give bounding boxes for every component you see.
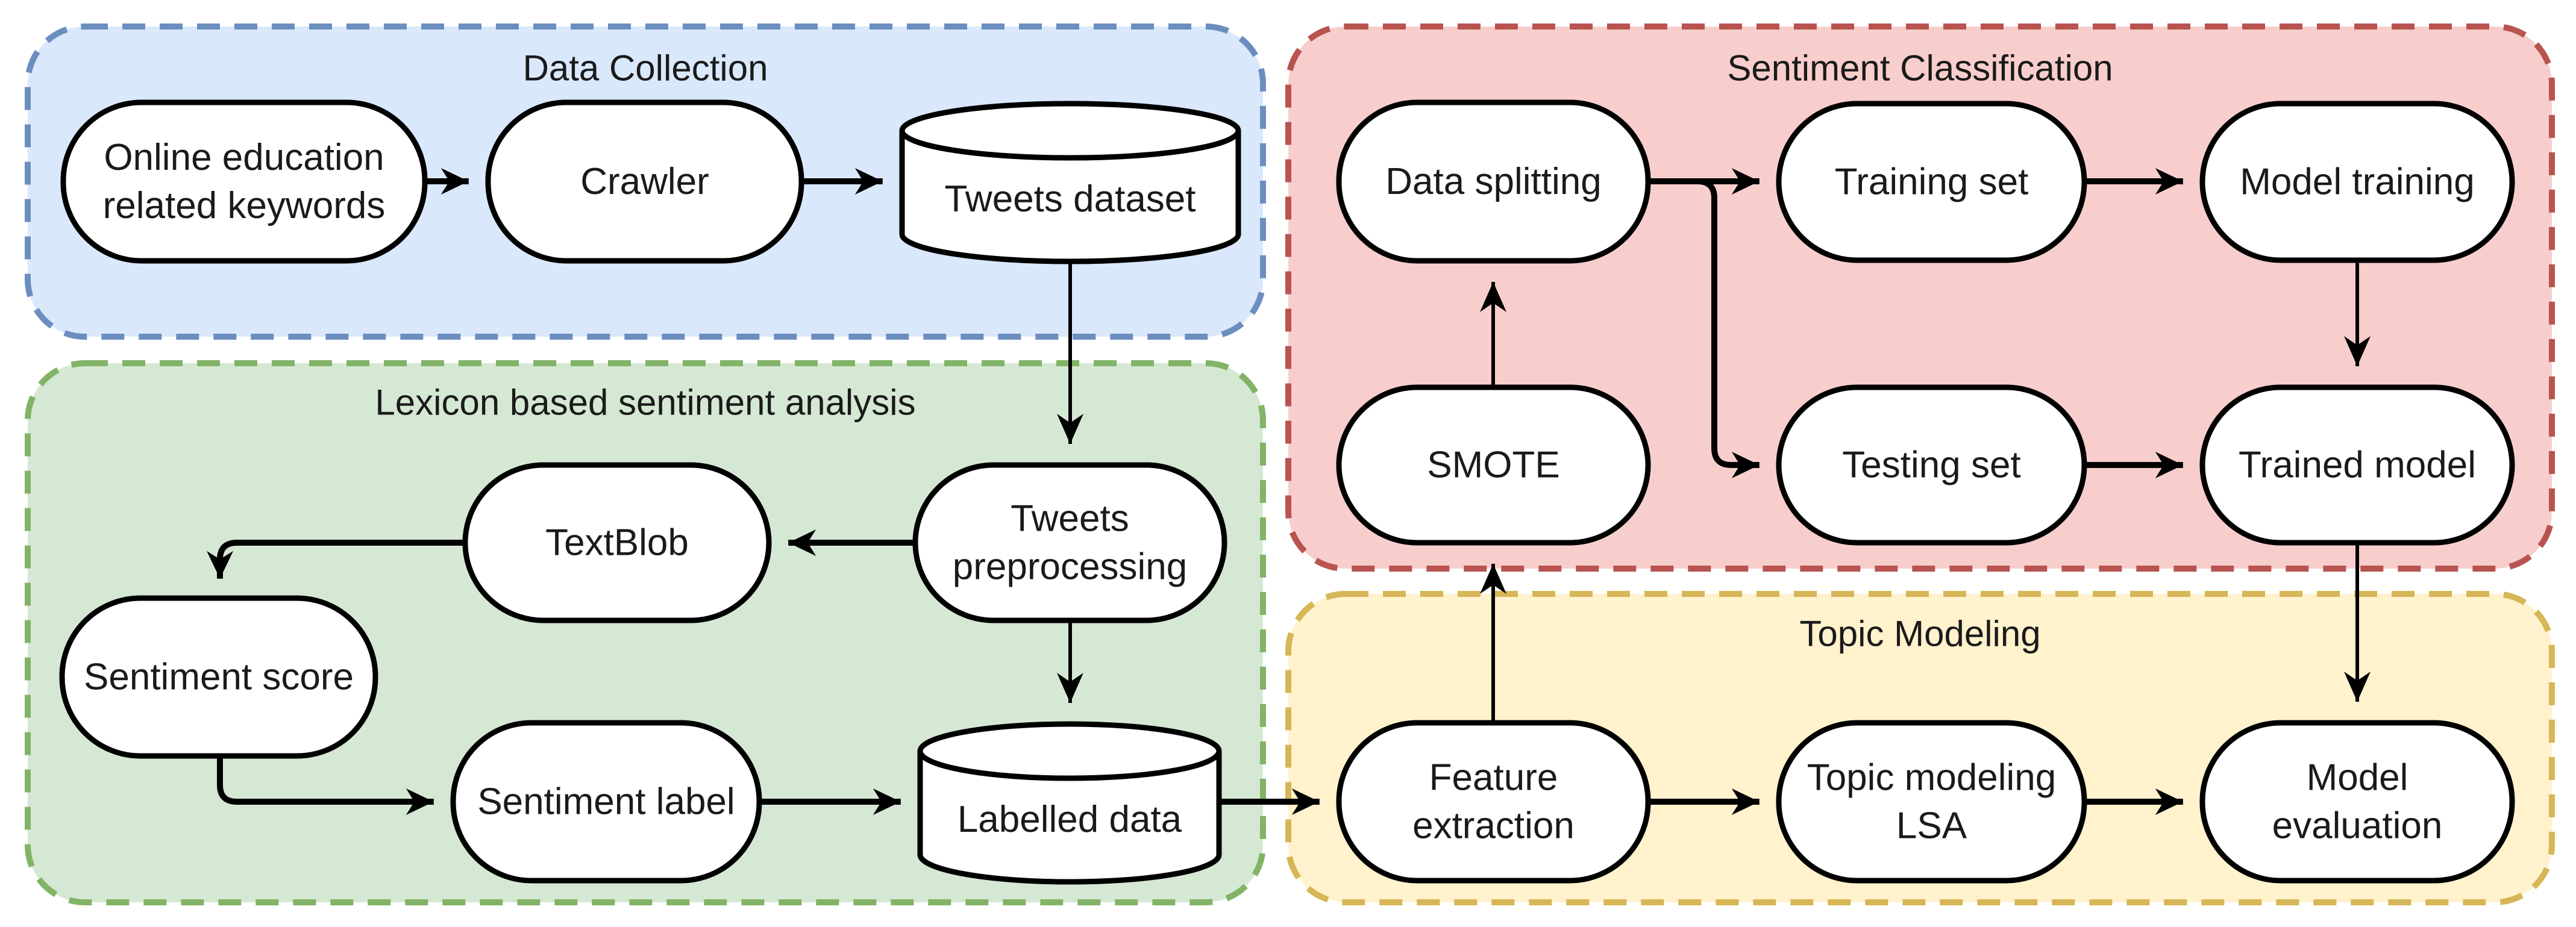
node-model-training[interactable]: Model training	[2199, 101, 2515, 263]
terminator-shape	[60, 99, 428, 264]
node-label: Labelled data	[957, 799, 1182, 840]
node-tweets-dataset[interactable]: Tweets dataset	[899, 101, 1241, 264]
node-label: Trained model	[2239, 445, 2476, 486]
group-title: Sentiment Classification	[1727, 48, 2113, 89]
node-feature-extraction[interactable]: Feature extraction	[1336, 720, 1651, 884]
node-sentiment-label[interactable]: Sentiment label	[450, 720, 762, 884]
node-trained-model[interactable]: Trained model	[2199, 384, 2515, 546]
node-label: Data splitting	[1385, 161, 1601, 202]
node-label: Testing set	[1842, 445, 2020, 486]
group-title: Lexicon based sentiment analysis	[375, 382, 915, 423]
node-label: Training set	[1835, 161, 2029, 203]
node-crawler[interactable]: Crawler	[485, 99, 804, 264]
node-keywords[interactable]: Online education related keywords	[60, 99, 428, 264]
node-training-set[interactable]: Training set	[1776, 101, 2087, 263]
node-label: Online education	[104, 137, 384, 178]
terminator-shape	[1776, 720, 2087, 884]
node-testing-set[interactable]: Testing set	[1776, 384, 2087, 546]
node-label: extraction	[1412, 805, 1575, 847]
node-label: TextBlob	[545, 522, 689, 564]
node-label: preprocessing	[953, 546, 1187, 588]
node-label: Sentiment score	[84, 657, 354, 698]
group-title: Topic Modeling	[1799, 614, 2040, 654]
node-label: Tweets dataset	[944, 178, 1196, 220]
node-label: Topic modeling	[1807, 757, 2057, 799]
terminator-shape	[1336, 720, 1651, 884]
node-label: evaluation	[2272, 805, 2443, 847]
node-topic-modeling-lsa[interactable]: Topic modeling LSA	[1776, 720, 2087, 884]
node-label: Model training	[2240, 161, 2474, 203]
node-label: Model	[2307, 757, 2408, 799]
node-label: SMOTE	[1427, 445, 1559, 486]
terminator-shape	[912, 462, 1227, 623]
node-labelled-data[interactable]: Labelled data	[917, 721, 1222, 885]
node-sentiment-score[interactable]: Sentiment score	[59, 595, 378, 759]
node-label: Feature	[1429, 757, 1558, 799]
terminator-shape	[2199, 720, 2515, 884]
node-label: Crawler	[580, 161, 709, 202]
node-textblob[interactable]: TextBlob	[462, 462, 772, 623]
node-label: Tweets	[1011, 498, 1129, 540]
node-tweets-preprocessing[interactable]: Tweets preprocessing	[912, 462, 1227, 623]
group-title: Data Collection	[523, 48, 768, 89]
node-label: related keywords	[103, 185, 386, 226]
node-label: LSA	[1896, 805, 1967, 847]
node-label: Sentiment label	[477, 781, 735, 823]
node-data-splitting[interactable]: Data splitting	[1336, 99, 1651, 264]
node-smote[interactable]: SMOTE	[1336, 384, 1651, 546]
node-model-evaluation[interactable]: Model evaluation	[2199, 720, 2515, 884]
pipeline-diagram: Data Collection Lexicon based sentiment a…	[25, 23, 2555, 905]
